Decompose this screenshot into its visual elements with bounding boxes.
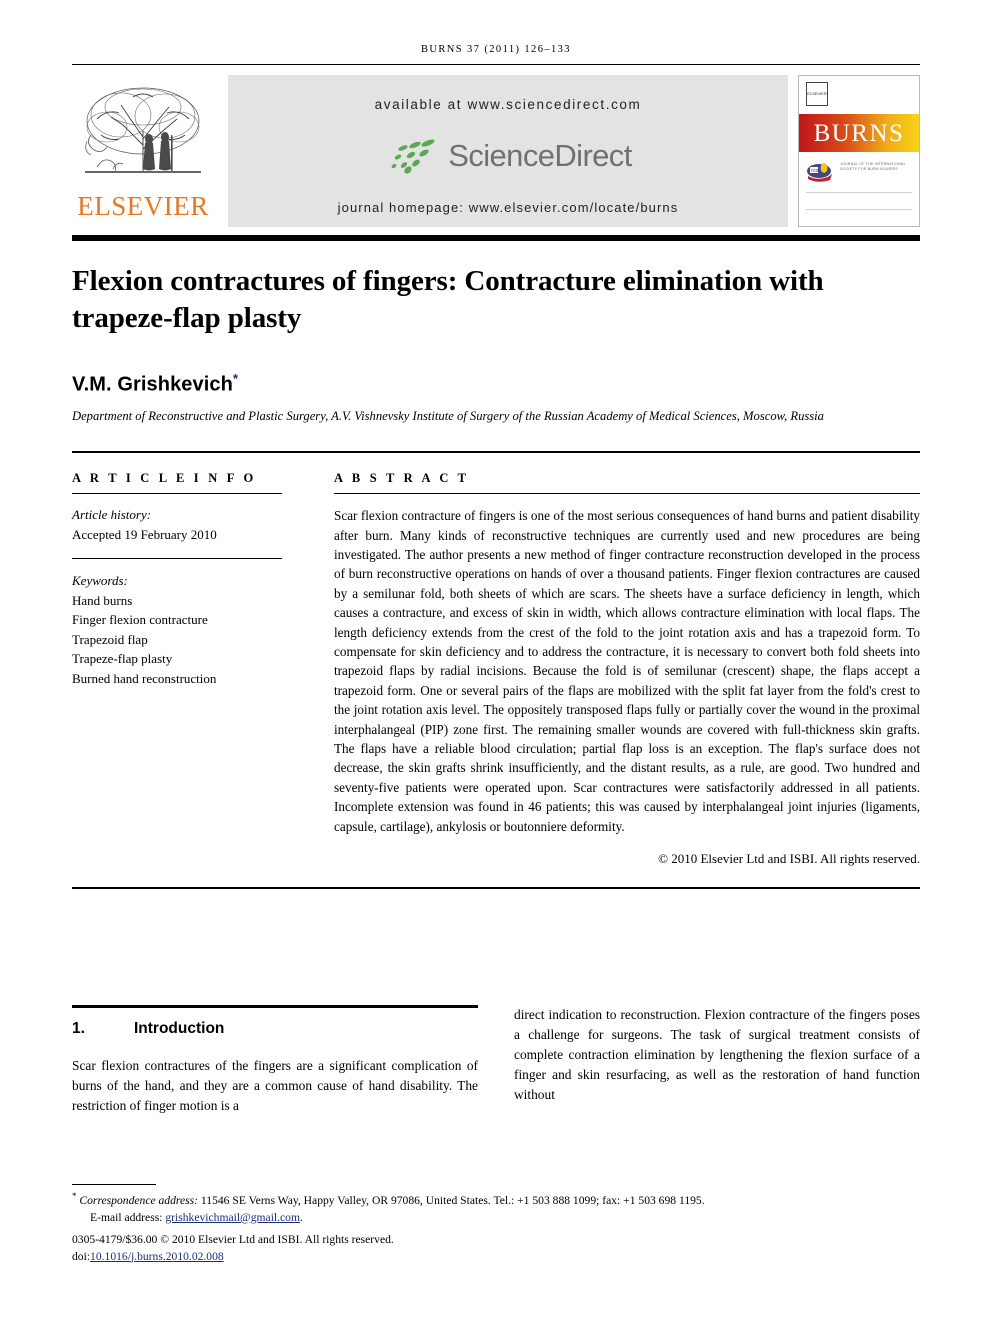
email-label: E-mail address: xyxy=(90,1210,163,1224)
article-info-column: A R T I C L E I N F O Article history: A… xyxy=(72,471,304,867)
body-paragraph: direct indication to reconstruction. Fle… xyxy=(514,1007,920,1103)
body-column-right: direct indication to reconstruction. Fle… xyxy=(514,1005,920,1130)
doi-label: doi: xyxy=(72,1249,91,1263)
correspondence-marker: * xyxy=(72,1191,77,1202)
keyword-item: Trapeze-flap plasty xyxy=(72,651,173,667)
keyword-item: Hand burns xyxy=(72,592,133,608)
page-footer: * Correspondence address: 11546 SE Verns… xyxy=(72,1184,920,1265)
email-note: E-mail address: grishkevichmail@gmail.co… xyxy=(72,1210,920,1226)
abstract-top-rule xyxy=(72,451,920,454)
article-history-value: Accepted 19 February 2010 xyxy=(72,526,217,542)
author-footnote-marker: * xyxy=(232,371,239,387)
section-number: 1. xyxy=(72,1020,85,1038)
affiliation: Department of Reconstructive and Plastic… xyxy=(72,408,824,423)
keywords-block: Keywords: Hand burns Finger flexion cont… xyxy=(72,571,282,688)
sciencedirect-logo: ScienceDirect xyxy=(384,136,632,176)
abstract-text: Scar flexion contracture of fingers is o… xyxy=(334,508,920,834)
article-page: BURNS 37 (2011) 126–133 ELSEVIER availab… xyxy=(0,0,992,1323)
cover-elsevier-mini-icon: ELSEVIER xyxy=(806,82,828,106)
article-history: Article history: Accepted 19 February 20… xyxy=(72,505,282,544)
masthead-bottom-rule xyxy=(72,235,920,241)
section-title-text: Introduction xyxy=(134,1020,225,1038)
correspondence-note: * Correspondence address: 11546 SE Verns… xyxy=(72,1190,920,1209)
isbi-logo-icon: ISBI xyxy=(807,163,832,182)
author-label: V.M. Grishkevich xyxy=(72,373,233,396)
cover-society-text: JOURNAL OF THE INTERNATIONAL SOCIETY FOR… xyxy=(840,162,906,171)
email-link[interactable]: grishkevichmail@gmail.com xyxy=(165,1211,300,1224)
keyword-item: Trapezoid flap xyxy=(72,631,148,647)
elsevier-tree-icon xyxy=(85,87,201,173)
journal-cover-thumbnail: ELSEVIER BURNS ISBI JOURNAL OF THE INTER… xyxy=(798,75,920,227)
abstract-copyright: © 2010 Elsevier Ltd and ISBI. All rights… xyxy=(658,851,920,867)
article-history-label: Article history: xyxy=(72,507,152,523)
article-info-divider xyxy=(72,558,282,560)
cover-header: ELSEVIER xyxy=(799,76,919,114)
running-head-rule xyxy=(72,64,920,65)
abstract-heading-rule xyxy=(334,493,920,495)
svg-text:ISBI: ISBI xyxy=(811,168,820,173)
abstract-column: A B S T R A C T Scar flexion contracture… xyxy=(304,471,920,867)
body-paragraph: Scar flexion contractures of the fingers… xyxy=(72,1058,478,1114)
sciencedirect-swoosh-icon xyxy=(391,139,435,174)
article-info-heading: A R T I C L E I N F O xyxy=(72,471,257,486)
email-suffix: . xyxy=(300,1210,303,1224)
cover-society-row: ISBI JOURNAL OF THE INTERNATIONAL SOCIET… xyxy=(799,152,919,182)
available-at-text: available at www.sciencedirect.com xyxy=(374,97,642,112)
masthead: ELSEVIER available at www.sciencedirect.… xyxy=(72,75,920,227)
publisher-logo: ELSEVIER xyxy=(72,75,214,227)
page-title: Flexion contractures of fingers: Contrac… xyxy=(72,265,824,335)
author-name: V.M. Grishkevich* xyxy=(72,371,920,397)
doi-link[interactable]: 10.1016/j.burns.2010.02.008 xyxy=(90,1250,224,1263)
cover-journal-name: BURNS xyxy=(813,119,905,147)
correspondence-value: 11546 SE Verns Way, Happy Valley, OR 970… xyxy=(200,1194,705,1208)
abstract-heading: A B S T R A C T xyxy=(334,471,470,486)
cover-title-band: BURNS xyxy=(799,114,919,152)
sciencedirect-wordmark: ScienceDirect xyxy=(448,138,632,173)
keyword-item: Burned hand reconstruction xyxy=(72,670,217,686)
sciencedirect-banner: available at www.sciencedirect.com Scien… xyxy=(228,75,788,227)
running-head: BURNS 37 (2011) 126–133 xyxy=(421,44,571,55)
abstract-bottom-rule xyxy=(72,887,920,890)
elsevier-wordmark: ELSEVIER xyxy=(77,191,209,221)
keywords-label: Keywords: xyxy=(72,573,128,589)
keyword-item: Finger flexion contracture xyxy=(72,612,208,628)
body-columns: 1. Introduction Scar flexion contracture… xyxy=(72,1005,920,1130)
info-abstract-region: A R T I C L E I N F O Article history: A… xyxy=(72,471,920,867)
section-heading: 1. Introduction xyxy=(72,1020,478,1038)
article-info-heading-rule xyxy=(72,493,282,495)
issn-copyright-line: 0305-4179/$36.00 © 2010 Elsevier Ltd and… xyxy=(72,1233,394,1247)
body-column-left: 1. Introduction Scar flexion contracture… xyxy=(72,1005,478,1130)
footnote-rule xyxy=(72,1184,156,1186)
journal-homepage-text: journal homepage: www.elsevier.com/locat… xyxy=(337,200,679,215)
cover-divider-lower xyxy=(806,209,912,210)
cover-divider-upper xyxy=(806,192,912,193)
section-rule xyxy=(72,1005,478,1009)
correspondence-label: Correspondence address: xyxy=(79,1194,199,1208)
cover-elsevier-mini-label: ELSEVIER xyxy=(807,90,827,96)
doi-line: doi:10.1016/j.burns.2010.02.008 xyxy=(72,1249,920,1265)
